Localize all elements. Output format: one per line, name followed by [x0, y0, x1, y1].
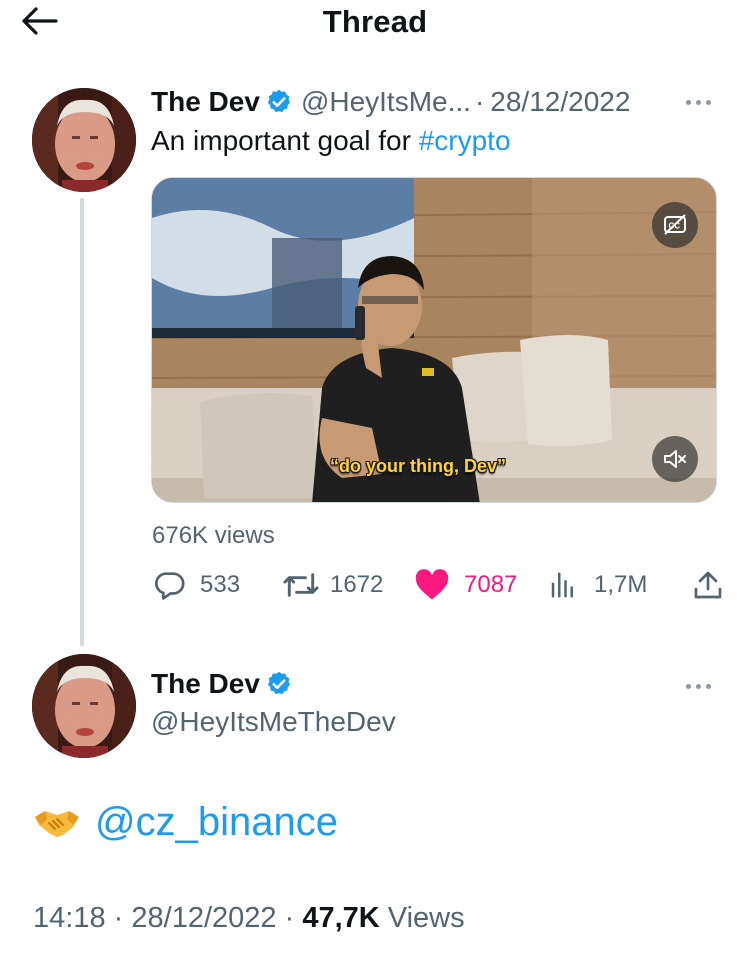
mention-link[interactable]: @cz_binance [95, 800, 338, 845]
share-button[interactable] [692, 563, 724, 607]
tweet-date[interactable]: 28/12/2022 [131, 902, 276, 934]
thread-connector-line [80, 198, 84, 646]
analytics-count: 1,7M [594, 571, 648, 598]
author-handle[interactable]: @HeyItsMe... [301, 86, 471, 118]
author-name[interactable]: The Dev [151, 86, 260, 118]
view-count: 676K views [152, 522, 275, 549]
analytics-icon [551, 572, 573, 598]
reply-count: 533 [200, 571, 241, 598]
reply-icon [155, 572, 185, 600]
tweet-meta: 14:18 · 28/12/2022 · 47,7K Views [33, 902, 465, 935]
top-bar: Thread [0, 0, 750, 44]
tweet-text: @cz_binance [33, 800, 338, 845]
analytics-button[interactable]: 1,7M [548, 563, 647, 607]
mute-button[interactable] [652, 436, 698, 482]
like-count: 7087 [464, 571, 518, 598]
closed-captions-icon: CC [664, 214, 686, 235]
captions-button[interactable]: CC [652, 202, 698, 248]
view-count-number: 47,7K [302, 902, 380, 934]
volume-muted-icon [664, 450, 686, 468]
page-title: Thread [322, 4, 428, 39]
heart-icon [415, 569, 449, 600]
video-player[interactable]: CC “do your thing, Dev” [151, 177, 717, 503]
tweet-text: An important goal for #crypto [151, 125, 511, 157]
separator-dot: · [284, 902, 295, 934]
hashtag-link[interactable]: #crypto [419, 125, 511, 156]
retweet-icon [283, 573, 319, 597]
separator-dot: · [474, 86, 485, 117]
video-subtitle: “do your thing, Dev” [330, 456, 507, 476]
share-icon [694, 571, 722, 599]
handshake-icon [35, 810, 79, 837]
retweet-button[interactable]: 1672 [282, 563, 383, 607]
tweet-date[interactable]: 28/12/2022 [490, 86, 630, 118]
avatar[interactable] [32, 88, 136, 192]
retweet-count: 1672 [330, 571, 384, 598]
verified-badge-icon [267, 671, 291, 695]
more-options-icon[interactable] [686, 92, 711, 112]
avatar[interactable] [32, 654, 136, 758]
more-options-icon[interactable] [686, 676, 711, 696]
tweet-author-row: The Dev [151, 668, 293, 700]
verified-badge-icon [267, 89, 291, 113]
tweet-author-row: The Dev @HeyItsMe... · 28/12/2022 [151, 86, 630, 118]
tweet-text-body: An important goal for [151, 125, 419, 156]
separator-dot: · [113, 902, 124, 934]
author-handle[interactable]: @HeyItsMeTheDev [151, 706, 396, 738]
like-button[interactable]: 7087 [414, 563, 517, 607]
view-count-label: Views [387, 902, 465, 934]
tweet-time[interactable]: 14:18 [33, 902, 106, 934]
author-name[interactable]: The Dev [151, 668, 260, 700]
reply-button[interactable]: 533 [152, 563, 240, 607]
